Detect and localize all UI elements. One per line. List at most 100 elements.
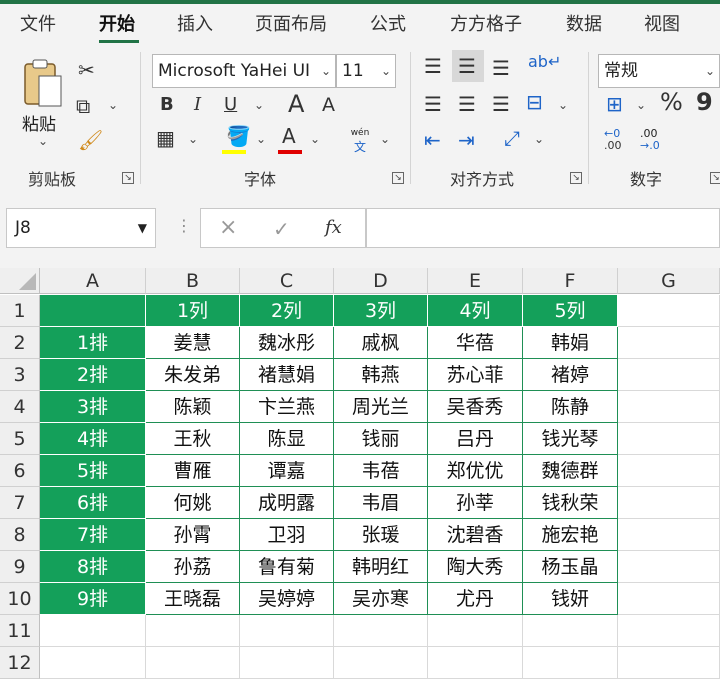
name-cell[interactable]: 吕丹 [428,423,523,455]
chevron-down-icon[interactable]: ⌄ [380,132,390,146]
name-cell[interactable]: 施宏艳 [523,519,618,551]
tab-fangfang[interactable]: 方方格子 [450,10,522,36]
name-cell[interactable]: 姜慧 [146,327,240,359]
name-cell[interactable]: 卫羽 [240,519,334,551]
align-left-icon[interactable]: ☰ [424,94,442,114]
italic-button[interactable]: I [194,96,201,114]
row-label-cell[interactable]: 3排 [40,391,146,423]
tab-home[interactable]: 开始 [99,10,135,36]
dialog-launcher-icon[interactable]: ↘ [392,172,404,184]
name-cell[interactable]: 何姚 [146,487,240,519]
cell-g4[interactable] [618,391,720,423]
cancel-button[interactable]: × [219,215,237,240]
name-cell[interactable]: 郑优优 [428,455,523,487]
cell-g3[interactable] [618,359,720,391]
column-label-cell[interactable]: 4列 [428,295,523,327]
chevron-down-icon[interactable]: ⌄ [188,132,198,146]
increase-decimal-button[interactable]: ←0 .00 [604,128,630,152]
align-center-icon[interactable]: ☰ [458,94,476,114]
increase-indent-icon[interactable]: ⇥ [458,130,475,150]
cell-e11[interactable] [428,615,523,647]
name-cell[interactable]: 杨玉晶 [523,551,618,583]
name-cell[interactable]: 曹雁 [146,455,240,487]
cell-g2[interactable] [618,327,720,359]
tab-file[interactable]: 文件 [20,10,56,36]
wrap-text-icon[interactable]: ab↵ [528,54,561,70]
tab-view[interactable]: 视图 [644,10,680,36]
cell-g11[interactable] [618,615,720,647]
name-cell[interactable]: 钱光琴 [523,423,618,455]
name-cell[interactable]: 成明露 [240,487,334,519]
enter-button[interactable]: ✓ [273,217,290,241]
column-header-a[interactable]: A [40,268,146,294]
tab-insert[interactable]: 插入 [177,10,213,36]
column-header-f[interactable]: F [523,268,618,294]
decrease-indent-icon[interactable]: ⇤ [424,130,441,150]
column-label-cell[interactable]: 3列 [334,295,428,327]
row-header-6[interactable]: 6 [0,455,40,487]
currency-icon[interactable]: ⊞ [606,94,623,114]
dialog-launcher-icon[interactable]: ↘ [122,172,134,184]
cell-g10[interactable] [618,583,720,615]
name-cell[interactable]: 孙霄 [146,519,240,551]
row-header-11[interactable]: 11 [0,615,40,647]
row-label-cell[interactable]: 4排 [40,423,146,455]
format-painter-icon[interactable]: 🖌 [78,130,103,150]
paste-button[interactable]: 粘贴 ⌄ [18,58,68,148]
cell-g8[interactable] [618,519,720,551]
name-cell[interactable]: 陈颖 [146,391,240,423]
name-cell[interactable]: 韦蓓 [334,455,428,487]
row-header-3[interactable]: 3 [0,359,40,391]
chevron-down-icon[interactable]: ⌄ [636,98,646,112]
name-cell[interactable]: 吴婷婷 [240,583,334,615]
name-cell[interactable]: 韩明红 [334,551,428,583]
bold-button[interactable]: B [160,96,174,114]
name-cell[interactable]: 吴亦寒 [334,583,428,615]
cell-a12[interactable] [40,647,146,679]
name-cell[interactable]: 王晓磊 [146,583,240,615]
name-cell[interactable]: 朱发弟 [146,359,240,391]
cell-e12[interactable] [428,647,523,679]
corner-header-cell[interactable] [40,295,146,327]
row-header-1[interactable]: 1 [0,295,40,327]
cell-b11[interactable] [146,615,240,647]
align-top-icon[interactable]: ☰ [424,56,442,76]
font-name-select[interactable]: Microsoft YaHei UI ⌄ [152,54,336,88]
name-cell[interactable]: 褚慧娟 [240,359,334,391]
cell-d11[interactable] [334,615,428,647]
row-label-cell[interactable]: 1排 [40,327,146,359]
row-label-cell[interactable]: 5排 [40,455,146,487]
chevron-down-icon[interactable]: ⌄ [534,132,544,146]
chevron-down-icon[interactable]: ⌄ [310,132,320,146]
name-box[interactable]: J8 ▼ [6,208,156,248]
row-header-7[interactable]: 7 [0,487,40,519]
cell-b12[interactable] [146,647,240,679]
cell-c11[interactable] [240,615,334,647]
grow-font-button[interactable]: A [288,92,304,116]
underline-button[interactable]: U [224,96,237,114]
cell-g1[interactable] [618,295,720,327]
cell-f11[interactable] [523,615,618,647]
cell-d12[interactable] [334,647,428,679]
name-cell[interactable]: 孙莘 [428,487,523,519]
row-header-10[interactable]: 10 [0,583,40,615]
shrink-font-button[interactable]: A [322,96,335,115]
column-label-cell[interactable]: 2列 [240,295,334,327]
name-cell[interactable]: 谭嘉 [240,455,334,487]
copy-icon[interactable]: ⧉ [76,96,90,116]
phonetic-guide-button[interactable]: wén 文 [348,128,372,155]
insert-function-button[interactable]: fx [325,217,342,238]
name-cell[interactable]: 韩娟 [523,327,618,359]
name-cell[interactable]: 韦眉 [334,487,428,519]
name-cell[interactable]: 鲁有菊 [240,551,334,583]
name-cell[interactable]: 陶大秀 [428,551,523,583]
dialog-launcher-icon[interactable]: ↘ [570,172,582,184]
name-cell[interactable]: 陈静 [523,391,618,423]
align-right-icon[interactable]: ☰ [492,94,510,114]
cell-g9[interactable] [618,551,720,583]
cell-a11[interactable] [40,615,146,647]
name-cell[interactable]: 魏冰彤 [240,327,334,359]
tab-page-layout[interactable]: 页面布局 [255,10,327,36]
chevron-down-icon[interactable]: ⌄ [558,98,568,112]
name-cell[interactable]: 钱秋荣 [523,487,618,519]
